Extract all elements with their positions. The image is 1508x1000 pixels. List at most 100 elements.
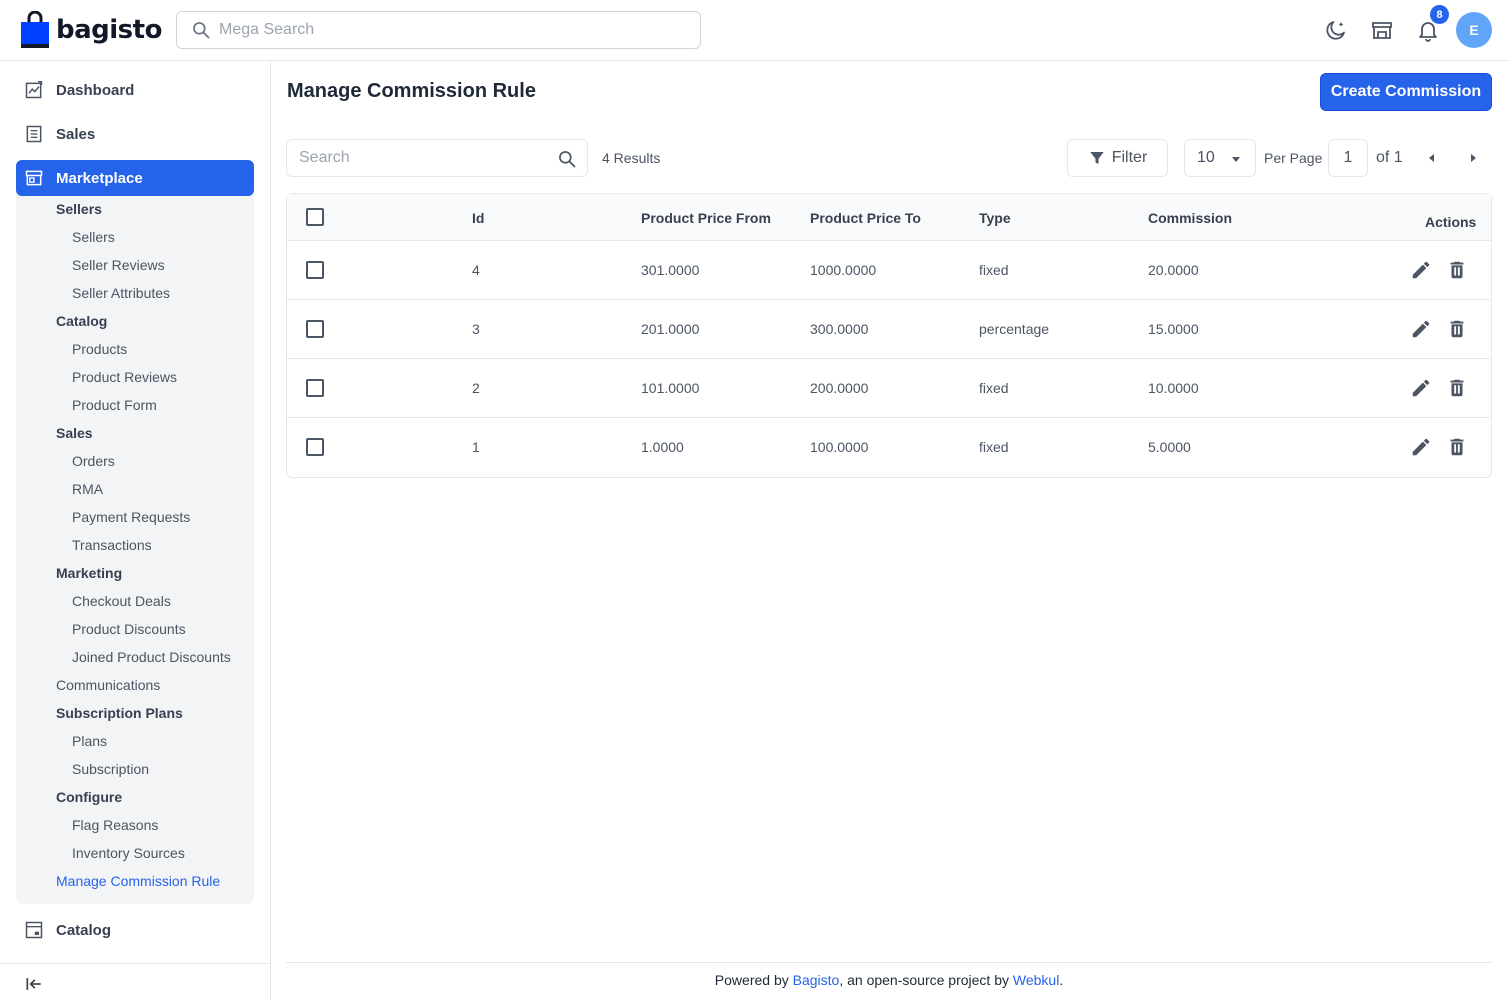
receipt-icon <box>26 125 42 143</box>
storefront-icon[interactable] <box>1370 18 1394 42</box>
search-icon[interactable] <box>557 149 577 169</box>
cell-id: 2 <box>472 380 480 396</box>
submenu-item-orders[interactable]: Orders <box>72 453 115 469</box>
sidebar-item-dashboard[interactable]: Dashboard <box>16 72 254 108</box>
page-number-input[interactable]: 1 <box>1328 139 1368 177</box>
cell-price-from: 301.0000 <box>641 262 700 278</box>
delete-icon[interactable] <box>1446 259 1468 281</box>
submenu-item-manage-commission-rule[interactable]: Manage Commission Rule <box>56 873 220 889</box>
filter-button[interactable]: Filter <box>1067 139 1168 177</box>
column-header-price-from[interactable]: Product Price From <box>641 210 771 226</box>
cell-price-to: 100.0000 <box>810 439 869 455</box>
sidebar-item-label: Marketplace <box>56 169 143 187</box>
edit-icon[interactable] <box>1410 436 1432 458</box>
datagrid-search-input[interactable]: Search <box>286 139 588 177</box>
cell-commission: 15.0000 <box>1148 321 1199 337</box>
bagisto-link[interactable]: Bagisto <box>793 972 840 988</box>
edit-icon[interactable] <box>1410 377 1432 399</box>
column-header-price-to[interactable]: Product Price To <box>810 210 921 226</box>
collapse-sidebar-icon[interactable] <box>24 974 44 994</box>
submenu-item-rma[interactable]: RMA <box>72 481 103 497</box>
page-title: Manage Commission Rule <box>287 80 536 102</box>
sidebar-item-marketplace[interactable]: Marketplace <box>16 160 254 196</box>
top-header: bagisto Mega Search 8 E <box>0 0 1508 61</box>
submenu-item-sellers[interactable]: Sellers <box>72 229 115 245</box>
column-header-actions: Actions <box>1425 214 1477 230</box>
submenu-item-payment-requests[interactable]: Payment Requests <box>72 509 190 525</box>
edit-icon[interactable] <box>1410 318 1432 340</box>
sidebar-item-sales[interactable]: Sales <box>16 116 254 152</box>
submenu-item-subscription[interactable]: Subscription <box>72 761 149 777</box>
sidebar-item-label: Sales <box>56 125 96 143</box>
dark-mode-icon[interactable] <box>1324 18 1348 42</box>
shopping-bag-icon <box>21 11 49 48</box>
dashboard-icon <box>25 81 43 99</box>
submenu-item-seller-attributes[interactable]: Seller Attributes <box>72 285 170 301</box>
cell-price-to: 300.0000 <box>810 321 869 337</box>
commission-rules-table: Id Product Price From Product Price To T… <box>286 193 1492 478</box>
search-placeholder: Search <box>299 149 350 166</box>
submenu-item-product-discounts[interactable]: Product Discounts <box>72 621 186 637</box>
cell-commission: 10.0000 <box>1148 380 1199 396</box>
sidebar: Dashboard Sales Marketplace Sellers Sell… <box>0 61 271 1000</box>
filter-icon <box>1089 152 1104 164</box>
footer-prefix: Powered by <box>714 972 793 988</box>
submenu-group-marketing[interactable]: Marketing <box>56 565 122 581</box>
submenu-item-checkout-deals[interactable]: Checkout Deals <box>72 593 171 609</box>
submenu-group-subscription-plans[interactable]: Subscription Plans <box>56 705 183 721</box>
submenu-group-catalog[interactable]: Catalog <box>56 313 107 329</box>
delete-icon[interactable] <box>1446 377 1468 399</box>
row-checkbox[interactable] <box>306 379 324 397</box>
column-header-commission[interactable]: Commission <box>1148 210 1232 226</box>
catalog-icon <box>25 921 43 939</box>
previous-page-icon[interactable] <box>1426 152 1438 164</box>
submenu-item-products[interactable]: Products <box>72 341 127 357</box>
cell-id: 1 <box>472 439 480 455</box>
cell-id: 3 <box>472 321 480 337</box>
cell-price-from: 101.0000 <box>641 380 700 396</box>
submenu-group-configure[interactable]: Configure <box>56 789 122 805</box>
column-header-type[interactable]: Type <box>979 210 1011 226</box>
row-checkbox[interactable] <box>306 320 324 338</box>
mega-search-placeholder: Mega Search <box>219 21 315 38</box>
bagisto-logo[interactable]: bagisto <box>20 11 162 49</box>
table-row: 4 301.0000 1000.0000 fixed 20.0000 <box>287 241 1491 300</box>
cell-price-from: 1.0000 <box>641 439 684 455</box>
caret-down-icon <box>1232 157 1240 162</box>
submenu-item-product-reviews[interactable]: Product Reviews <box>72 369 177 385</box>
submenu-item-inventory-sources[interactable]: Inventory Sources <box>72 845 185 861</box>
cell-id: 4 <box>472 262 480 278</box>
sidebar-item-label: Catalog <box>56 921 112 939</box>
per-page-select[interactable]: 10 <box>1184 139 1256 177</box>
footer-divider <box>286 962 1492 963</box>
cell-commission: 5.0000 <box>1148 439 1191 455</box>
select-all-checkbox[interactable] <box>306 208 324 226</box>
submenu-group-sellers[interactable]: Sellers <box>56 201 102 217</box>
sidebar-item-catalog[interactable]: Catalog <box>16 912 254 948</box>
cell-type: fixed <box>979 262 1009 278</box>
page-total-label: of 1 <box>1376 149 1403 166</box>
user-avatar[interactable]: E <box>1456 12 1492 48</box>
row-checkbox[interactable] <box>306 261 324 279</box>
cell-price-from: 201.0000 <box>641 321 700 337</box>
delete-icon[interactable] <box>1446 436 1468 458</box>
edit-icon[interactable] <box>1410 259 1432 281</box>
submenu-item-plans[interactable]: Plans <box>72 733 107 749</box>
logo-text: bagisto <box>56 15 162 45</box>
delete-icon[interactable] <box>1446 318 1468 340</box>
column-header-id[interactable]: Id <box>472 210 484 226</box>
submenu-item-product-form[interactable]: Product Form <box>72 397 157 413</box>
mega-search-input[interactable]: Mega Search <box>176 11 701 49</box>
submenu-group-sales[interactable]: Sales <box>56 425 93 441</box>
submenu-item-flag-reasons[interactable]: Flag Reasons <box>72 817 158 833</box>
webkul-link[interactable]: Webkul <box>1013 972 1059 988</box>
submenu-item-transactions[interactable]: Transactions <box>72 537 152 553</box>
submenu-item-seller-reviews[interactable]: Seller Reviews <box>72 257 165 273</box>
create-commission-button[interactable]: Create Commission <box>1320 73 1492 111</box>
cell-type: fixed <box>979 380 1009 396</box>
submenu-item-communications[interactable]: Communications <box>56 677 160 693</box>
row-checkbox[interactable] <box>306 438 324 456</box>
next-page-icon[interactable] <box>1467 152 1479 164</box>
cell-commission: 20.0000 <box>1148 262 1199 278</box>
submenu-item-joined-product-discounts[interactable]: Joined Product Discounts <box>72 649 231 665</box>
